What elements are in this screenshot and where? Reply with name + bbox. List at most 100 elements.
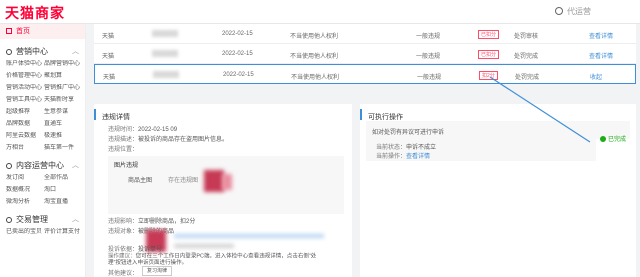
content-menu: 发订阅 全部作品 数据概况 淘口 微淘分析 淘宝直播 <box>0 174 85 207</box>
sidebar-item[interactable]: 营销活动中心 <box>6 84 44 93</box>
table-row-selected[interactable]: 天猫 2022-02-15 不当使用他人权利 一般违规 扣2分 处罚完成 收起 <box>94 64 636 84</box>
sidebar: 首页 营销中心 ︿ 账户体验中心 品牌营销中心 价格管理中心 聚划算 营销活动中心… <box>0 24 86 277</box>
shop-cell: 天猫 <box>102 54 115 60</box>
product-image[interactable] <box>204 170 224 192</box>
collapse-link[interactable]: 收起 <box>590 72 602 81</box>
sidebar-item[interactable]: 阿里云数据 <box>6 132 44 141</box>
sidebar-item[interactable]: 生意参谋 <box>44 108 88 117</box>
sidebar-item[interactable]: 数据概况 <box>6 186 44 195</box>
complaint-source: 投诉依据：投诉单号: <box>108 247 164 253</box>
tmall-logo[interactable]: 天猫商家 <box>5 3 65 23</box>
level-cell: 一般违规 <box>417 75 442 81</box>
appeal-state: 当前状态：申诉不成立 <box>376 145 437 151</box>
sidebar-item[interactable]: 天猫新时享 <box>44 96 88 105</box>
top-bar: 天猫商家 代运营 <box>0 0 640 24</box>
chevron-up-icon: ︿ <box>72 216 79 223</box>
evidence-desc: 存在违规图 <box>168 178 199 184</box>
violation-impact: 违规影响：立即删除商品，扣2分 <box>108 219 196 225</box>
violation-desc: 违规描述：被投诉的商品存在盗用图片信息。 <box>108 137 229 143</box>
status-badge: 已扣分 <box>478 30 500 39</box>
sidebar-item[interactable]: 价格管理中心 <box>6 72 44 81</box>
sidebar-item[interactable]: 评价计算支付 <box>44 228 88 237</box>
sidebar-item[interactable]: 超级推荐 <box>6 108 44 117</box>
date-cell: 2022-02-15 <box>222 51 253 57</box>
status-badge: 已扣分 <box>478 50 500 59</box>
main-content: 天猫 2022-02-15 不当使用他人权利 一般违规 已扣分 处罚审核 查看详… <box>90 24 636 277</box>
redacted-text <box>174 244 234 248</box>
completed-badge: 已完成 <box>600 134 626 143</box>
search-placeholder: 代运营 <box>567 7 591 16</box>
sidebar-section-marketing[interactable]: 营销中心 ︿ <box>0 46 85 58</box>
violation-location: 违规位置： <box>108 147 139 153</box>
chevron-up-icon: ︿ <box>72 48 79 55</box>
sidebar-item[interactable]: 聚划算 <box>44 72 88 81</box>
level-cell: 一般违规 <box>416 34 441 40</box>
chevron-up-icon: ︿ <box>72 162 79 169</box>
appeal-question: 如对处罚有异议可进行申诉 <box>372 130 445 136</box>
sidebar-item[interactable]: 发订阅 <box>6 174 44 183</box>
redacted-text <box>153 71 179 78</box>
evidence-box: 图片违规 商品主图 存在违规图 <box>108 156 344 214</box>
status-cell: 处罚完成 <box>515 75 540 81</box>
table-row: 天猫 2022-02-15 不当使用他人权利 一般违规 已扣分 处罚审核 查看详… <box>94 24 636 44</box>
sidebar-item[interactable]: 猫车第一件 <box>44 144 88 153</box>
violation-table: 天猫 2022-02-15 不当使用他人权利 一般违规 已扣分 处罚审核 查看详… <box>94 24 636 84</box>
trade-menu: 已卖出的宝贝 评价计算支付 <box>0 228 85 237</box>
sidebar-item[interactable]: 直通车 <box>44 120 88 129</box>
panel-title: 可执行操作 <box>360 109 636 121</box>
marketing-icon <box>6 49 12 55</box>
appeal-operation: 当前操作：查看详情 <box>376 154 431 160</box>
evidence-title: 图片违规 <box>114 163 139 169</box>
shop-cell: 天猫 <box>102 34 115 40</box>
operation-advice: 操作建议：您可在三个工作日内登录PC端，进入体检中心查看违规详情，点击右侧“处理… <box>108 254 317 266</box>
search-icon <box>555 7 563 15</box>
evidence-column: 商品主图 <box>128 178 153 184</box>
content-icon <box>6 163 12 169</box>
sidebar-item[interactable]: 已卖出的宝贝 <box>6 228 44 237</box>
sidebar-item[interactable]: 微淘分析 <box>6 198 44 207</box>
redacted-text <box>152 50 178 57</box>
sidebar-item[interactable]: 品牌营销中心 <box>44 60 88 69</box>
trade-icon <box>6 217 12 223</box>
appeal-box: 如对处罚有异议可进行申诉 <box>366 121 630 139</box>
table-row: 天猫 2022-02-15 不当使用他人权利 一般违规 已扣分 处罚完成 查看详… <box>94 44 636 64</box>
status-badge: 扣2分 <box>479 71 498 80</box>
operations-panel: 可执行操作 如对处罚有异议可进行申诉 当前状态：申诉不成立 当前操作：查看详情 … <box>360 104 636 277</box>
sidebar-item[interactable]: 品牌数据 <box>6 120 44 129</box>
date-cell: 2022-02-15 <box>223 72 254 78</box>
panel-title: 违规详情 <box>94 109 352 121</box>
sidebar-section-content[interactable]: 内容运营中心 ︿ <box>0 160 85 172</box>
marketing-menu: 账户体验中心 品牌营销中心 价格管理中心 聚划算 营销活动中心 营销推广中心 营… <box>0 60 85 153</box>
sidebar-item[interactable]: 营销推广中心 <box>44 84 88 93</box>
appeal-status-box: 当前状态：申诉不成立 当前操作：查看详情 <box>366 139 596 161</box>
check-icon <box>600 136 606 142</box>
shop-cell: 天猫 <box>103 75 116 81</box>
sidebar-section-trade[interactable]: 交易管理 ︿ <box>0 214 85 226</box>
sidebar-item[interactable]: 全部作品 <box>44 174 88 183</box>
reason-cell: 不当使用他人权利 <box>290 34 339 40</box>
sidebar-item-home[interactable]: 首页 <box>0 24 85 39</box>
review-rules-button[interactable]: 复习淘律 <box>142 266 173 276</box>
sidebar-item[interactable]: 营销工具中心 <box>6 96 44 105</box>
detail-link[interactable]: 查看详情 <box>589 51 613 60</box>
sidebar-item[interactable]: 万相台 <box>6 144 44 153</box>
home-icon <box>6 28 12 34</box>
reason-cell: 不当使用他人权利 <box>290 54 339 60</box>
redacted-text <box>152 30 178 37</box>
detail-link[interactable]: 查看详情 <box>589 31 613 40</box>
status-cell: 处罚完成 <box>514 54 539 60</box>
reason-cell: 不当使用他人权利 <box>291 75 340 81</box>
other-advice-label: 其他建议： <box>108 271 139 277</box>
violation-detail-panel: 违规详情 违规时间：2022-02-15 09 违规描述：被投诉的商品存在盗用图… <box>94 104 352 277</box>
redacted-link <box>174 234 324 238</box>
sidebar-item[interactable]: 极速推 <box>44 132 88 141</box>
search-box[interactable]: 代运营 <box>555 5 635 19</box>
sidebar-item[interactable]: 账户体验中心 <box>6 60 44 69</box>
status-cell: 处罚审核 <box>514 34 539 40</box>
level-cell: 一般违规 <box>416 54 441 60</box>
view-detail-link[interactable]: 查看详情 <box>406 154 430 160</box>
violation-time: 违规时间：2022-02-15 09 <box>108 127 178 133</box>
sidebar-item[interactable]: 淘口 <box>44 186 88 195</box>
date-cell: 2022-02-15 <box>222 31 253 37</box>
sidebar-item[interactable]: 淘宝直播 <box>44 198 88 207</box>
